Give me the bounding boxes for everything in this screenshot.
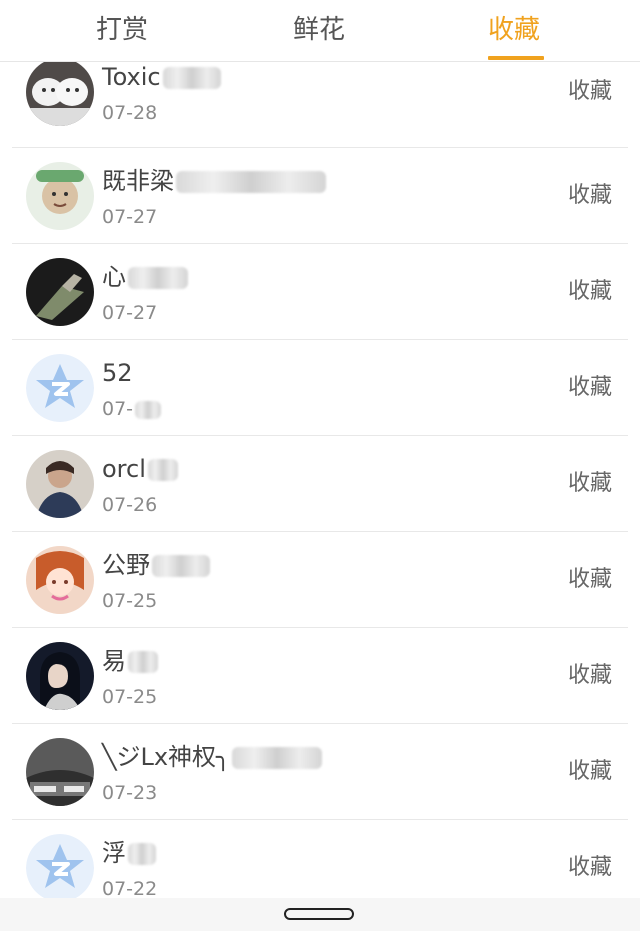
avatar[interactable]	[26, 450, 94, 518]
date-text: 07-27	[102, 206, 158, 228]
status-favorite: 收藏	[567, 375, 612, 400]
user-name: Toxic	[102, 62, 221, 92]
avatar[interactable]	[26, 546, 94, 614]
status-favorite: 收藏	[567, 663, 612, 688]
redaction-blur	[128, 843, 156, 865]
date-text: 07-25	[102, 590, 158, 612]
list-item[interactable]: 心 07-27 收藏	[0, 244, 640, 340]
date-text: 07-22	[102, 878, 158, 898]
user-name: 浮	[102, 838, 156, 868]
status-favorite: 收藏	[567, 79, 612, 104]
avatar[interactable]	[26, 354, 94, 422]
date-text: 07-25	[102, 686, 158, 708]
user-name: orcl	[102, 454, 178, 484]
status-favorite: 收藏	[567, 183, 612, 208]
avatar[interactable]	[26, 642, 94, 710]
user-name: 易	[102, 646, 158, 676]
avatar[interactable]	[26, 834, 94, 898]
avatar[interactable]	[26, 738, 94, 806]
redaction-blur	[232, 747, 323, 769]
avatar[interactable]	[26, 258, 94, 326]
redaction-blur	[176, 171, 326, 193]
list-item[interactable]: 易 07-25 收藏	[0, 628, 640, 724]
redaction-blur	[135, 400, 162, 419]
default-avatar-icon	[26, 354, 94, 422]
status-favorite: 收藏	[567, 567, 612, 592]
avatar[interactable]	[26, 162, 94, 230]
status-favorite: 收藏	[567, 279, 612, 304]
redaction-blur	[162, 67, 221, 89]
favorites-list: Toxic 07-28 收藏 既非梁 07-27 收藏 心 07-27 收藏 5…	[0, 62, 640, 898]
list-item[interactable]: Toxic 07-28 收藏	[0, 62, 640, 148]
redaction-blur	[147, 459, 178, 481]
status-favorite: 收藏	[567, 855, 612, 880]
redaction-blur	[152, 555, 210, 577]
date-text: 07-26	[102, 494, 158, 516]
active-tab-indicator	[488, 56, 544, 60]
avatar[interactable]	[26, 62, 94, 126]
user-name: 心	[102, 262, 188, 292]
user-name: 52	[102, 359, 133, 387]
date-text: 07-28	[102, 102, 158, 124]
date-text: 07-27	[102, 302, 158, 324]
tab-bar: 打赏 鲜花 收藏	[0, 0, 640, 62]
user-name: ╲ジLx神权╮	[102, 742, 323, 772]
list-item[interactable]: 52 07- 收藏	[0, 340, 640, 436]
date-text: 07-	[102, 398, 162, 420]
status-favorite: 收藏	[567, 471, 612, 496]
list-item[interactable]: orcl 07-26 收藏	[0, 436, 640, 532]
default-avatar-icon	[26, 834, 94, 898]
tab-favorites[interactable]: 收藏	[488, 12, 540, 48]
tab-flowers[interactable]: 鲜花	[293, 12, 345, 48]
user-name: 公野	[102, 550, 210, 580]
date-text: 07-23	[102, 782, 158, 804]
home-indicator[interactable]	[284, 908, 354, 920]
redaction-blur	[128, 267, 188, 289]
list-item[interactable]: 浮 07-22 收藏	[0, 820, 640, 898]
list-item[interactable]: ╲ジLx神权╮ 07-23 收藏	[0, 724, 640, 820]
user-name: 既非梁	[102, 166, 326, 196]
list-item[interactable]: 公野 07-25 收藏	[0, 532, 640, 628]
redaction-blur	[128, 651, 158, 673]
tab-tip[interactable]: 打赏	[96, 12, 148, 48]
status-favorite: 收藏	[567, 759, 612, 784]
list-item[interactable]: 既非梁 07-27 收藏	[0, 148, 640, 244]
